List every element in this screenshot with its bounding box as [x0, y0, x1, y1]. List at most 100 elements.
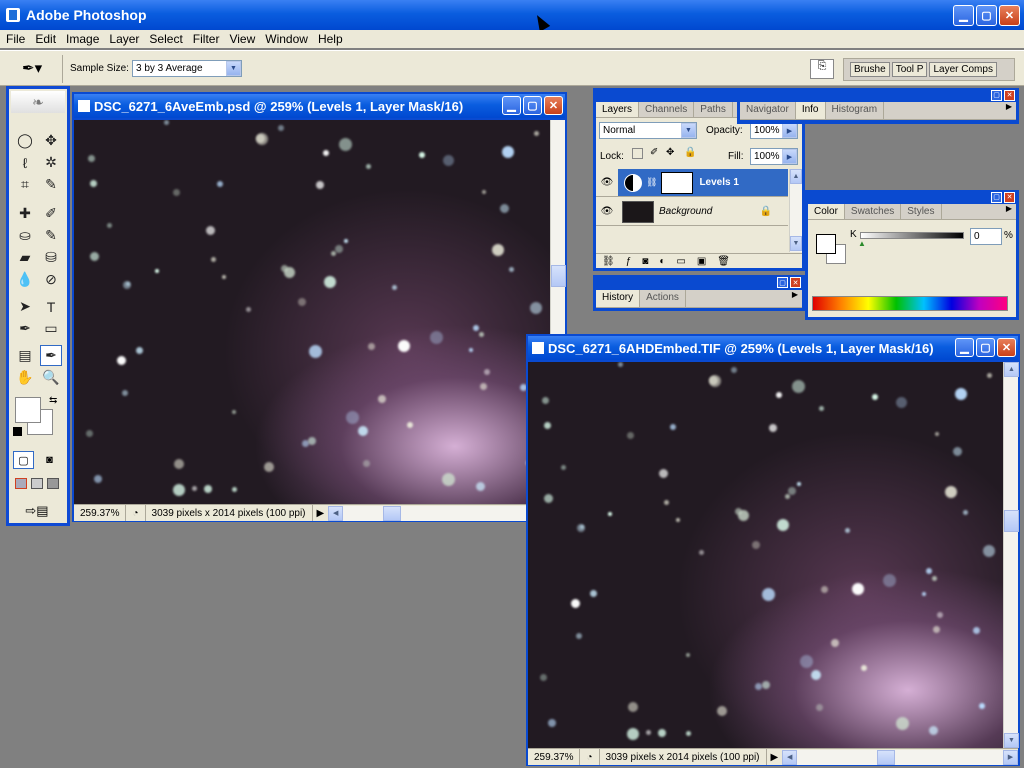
sample-size-select[interactable]: 3 by 3 Average ▼	[132, 60, 242, 77]
dodge-tool-icon[interactable]: ⊘	[40, 269, 62, 290]
eyedropper-tool-preset-icon[interactable]: ✒▾	[22, 59, 52, 79]
lock-move-icon[interactable]: ✥	[666, 147, 674, 158]
scroll-up-icon[interactable]: ▲	[790, 169, 802, 184]
status-icon[interactable]: ◔	[580, 749, 600, 765]
tab-swatches[interactable]: Swatches	[845, 204, 902, 219]
standard-mode-icon[interactable]: ▢	[13, 451, 34, 469]
document-1-maximize-button[interactable]: ▢	[523, 96, 542, 115]
zoom-level[interactable]: 259.37%	[528, 749, 581, 765]
paint-bucket-tool-icon[interactable]: ⛁	[40, 247, 62, 268]
layer-name[interactable]: Background	[659, 206, 712, 217]
brush-tool-icon[interactable]: ✐	[40, 203, 62, 224]
visibility-eye-icon[interactable]: 👁	[596, 206, 618, 217]
scroll-left-icon[interactable]: ◀	[782, 749, 798, 765]
tab-history[interactable]: History	[596, 290, 641, 307]
new-adjustment-layer-icon[interactable]: ◐	[659, 256, 665, 267]
slider-handle-icon[interactable]: ▲	[858, 239, 866, 248]
document-2-titlebar[interactable]: DSC_6271_6AHDEmbed.TIF @ 259% (Levels 1,…	[528, 336, 1018, 360]
layer-row-levels[interactable]: 👁 ⛓ Levels 1	[596, 169, 788, 197]
menu-help[interactable]: Help	[312, 32, 347, 46]
full-screen-mode-icon[interactable]	[47, 478, 59, 489]
minimize-icon[interactable]: ▢	[777, 277, 788, 288]
scroll-thumb[interactable]	[383, 505, 402, 521]
tab-paths[interactable]: Paths	[694, 102, 733, 117]
status-menu-arrow-icon[interactable]: ▶	[767, 752, 783, 763]
quick-mask-mode-icon[interactable]: ◙	[39, 451, 60, 469]
menu-image[interactable]: Image	[60, 32, 103, 46]
status-icon[interactable]: ◔	[126, 505, 146, 521]
k-value-input[interactable]: 0	[970, 228, 1002, 245]
layer-mask-thumbnail[interactable]	[661, 171, 694, 194]
photoshop-feather-logo[interactable]: ❧	[11, 91, 65, 113]
path-selection-tool-icon[interactable]: ➤	[14, 296, 36, 317]
pen-tool-icon[interactable]: ✒	[14, 318, 36, 339]
menu-view[interactable]: View	[223, 32, 259, 46]
status-menu-arrow-icon[interactable]: ▶	[313, 508, 329, 519]
well-tab-tool-presets[interactable]: Tool P	[891, 62, 928, 77]
minimize-button[interactable]: ▁	[953, 5, 974, 26]
menu-file[interactable]: File	[0, 32, 29, 46]
tab-histogram[interactable]: Histogram	[826, 102, 885, 119]
tab-channels[interactable]: Channels	[639, 102, 695, 117]
scroll-thumb[interactable]	[551, 265, 566, 287]
tab-navigator[interactable]: Navigator	[740, 102, 796, 119]
document-2-canvas[interactable]	[528, 362, 1003, 748]
scroll-left-icon[interactable]: ◀	[328, 505, 344, 521]
link-layers-icon[interactable]: ⛓	[602, 256, 615, 267]
new-group-icon[interactable]: ▭	[676, 256, 685, 267]
document-2-maximize-button[interactable]: ▢	[976, 338, 995, 357]
scroll-right-icon[interactable]: ▶	[1003, 749, 1018, 765]
layer-name[interactable]: Levels 1	[699, 177, 738, 188]
opacity-input[interactable]: 100% ▶	[750, 122, 798, 139]
tab-styles[interactable]: Styles	[901, 204, 942, 219]
menu-window[interactable]: Window	[259, 32, 312, 46]
scroll-thumb[interactable]	[877, 749, 896, 765]
marquee-tool-icon[interactable]: ◯	[14, 130, 36, 151]
tab-info[interactable]: Info	[795, 102, 826, 119]
fill-input[interactable]: 100% ▶	[750, 148, 798, 165]
color-fg-swatch[interactable]	[816, 234, 836, 254]
close-button[interactable]: ✕	[999, 5, 1020, 26]
well-tab-layer-comps[interactable]: Layer Comps	[929, 62, 997, 77]
foreground-color-swatch[interactable]	[15, 397, 41, 423]
lasso-tool-icon[interactable]: ℓ	[14, 152, 36, 173]
layers-scrollbar[interactable]: ▲ ▼	[789, 169, 802, 252]
tab-color[interactable]: Color	[808, 204, 845, 219]
document-1-canvas[interactable]	[74, 120, 550, 504]
app-titlebar[interactable]: Adobe Photoshop ▁ ▢ ✕	[0, 0, 1024, 30]
palette-well-icon[interactable]: ⎘	[810, 59, 834, 79]
new-layer-icon[interactable]: ▣	[697, 256, 706, 267]
notes-tool-icon[interactable]: ▤	[14, 345, 36, 366]
hand-tool-icon[interactable]: ✋	[14, 367, 36, 388]
close-icon[interactable]: ✕	[1004, 191, 1015, 203]
healing-brush-tool-icon[interactable]: ✚	[14, 203, 36, 224]
chevron-right-icon[interactable]: ▶	[782, 149, 797, 164]
lock-all-icon[interactable]: 🔒	[684, 147, 696, 158]
delete-layer-icon[interactable]: 🗑	[717, 256, 730, 267]
zoom-level[interactable]: 259.37%	[74, 505, 127, 521]
blend-mode-select[interactable]: Normal ▼	[599, 122, 697, 139]
panel-menu-icon[interactable]: ▶	[792, 290, 798, 307]
clone-stamp-tool-icon[interactable]: ⛀	[14, 225, 36, 246]
minimize-icon[interactable]: ▢	[991, 89, 1002, 101]
history-brush-tool-icon[interactable]: ✎	[40, 225, 62, 246]
rectangle-tool-icon[interactable]: ▭	[40, 318, 62, 339]
visibility-eye-icon[interactable]: 👁	[596, 169, 618, 196]
eraser-tool-icon[interactable]: ▰	[14, 247, 36, 268]
scroll-up-icon[interactable]: ▲	[1004, 362, 1019, 377]
document-2-vertical-scrollbar[interactable]: ▲ ▼	[1003, 362, 1019, 748]
document-1-close-button[interactable]: ✕	[544, 96, 563, 115]
jump-to-imageready-icon[interactable]: ⇨▤	[15, 503, 59, 521]
menu-edit[interactable]: Edit	[29, 32, 60, 46]
add-mask-icon[interactable]: ◙	[642, 256, 648, 267]
tab-actions[interactable]: Actions	[640, 290, 686, 307]
mask-link-icon[interactable]: ⛓	[646, 177, 657, 188]
eyedropper-tool-icon[interactable]: ✒	[40, 345, 62, 366]
document-window-2[interactable]: DSC_6271_6AHDEmbed.TIF @ 259% (Levels 1,…	[526, 334, 1020, 766]
magic-wand-tool-icon[interactable]: ✲	[40, 152, 62, 173]
default-colors-icon[interactable]	[13, 427, 22, 436]
document-2-close-button[interactable]: ✕	[997, 338, 1016, 357]
crop-tool-icon[interactable]: ⌗	[14, 174, 36, 195]
document-1-minimize-button[interactable]: ▁	[502, 96, 521, 115]
document-1-titlebar[interactable]: DSC_6271_6AveEmb.psd @ 259% (Levels 1, L…	[74, 94, 565, 118]
